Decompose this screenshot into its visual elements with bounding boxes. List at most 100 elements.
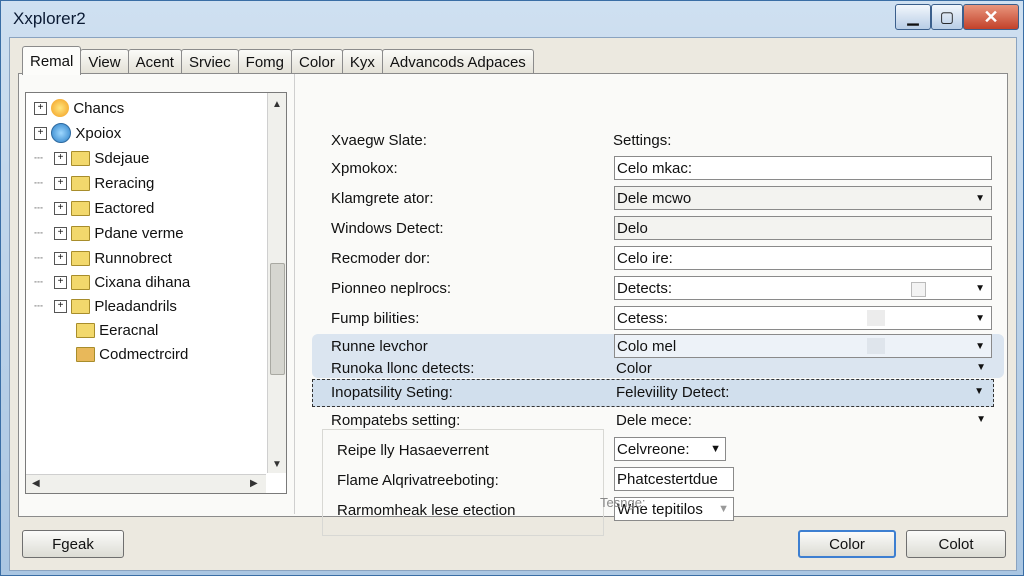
- expand-icon[interactable]: +: [54, 226, 67, 240]
- scroll-down-icon[interactable]: ▼: [272, 459, 282, 470]
- tree-item-label: Pleadandrils: [94, 297, 177, 315]
- tree-item-label: Pdane verme: [94, 224, 184, 242]
- close-button[interactable]: ✕: [963, 4, 1019, 30]
- expand-icon[interactable]: +: [34, 101, 47, 115]
- checkbox[interactable]: [867, 310, 885, 326]
- tree-item-label: Sdejaue: [94, 149, 150, 167]
- expand-icon[interactable]: +: [54, 176, 67, 190]
- expand-icon[interactable]: +: [54, 299, 67, 313]
- setting-input[interactable]: Delo: [614, 216, 992, 240]
- maximize-icon: ▢: [939, 9, 955, 26]
- scroll-right-icon[interactable]: ▶: [250, 478, 258, 489]
- tab-fomg[interactable]: Fomg: [237, 49, 292, 74]
- setting-label: Klamgrete ator:: [331, 190, 434, 207]
- panel-divider: [294, 74, 295, 514]
- chevron-down-icon: ▼: [974, 386, 984, 397]
- setting-dropdown[interactable]: Detects: ▼: [614, 276, 992, 300]
- tree-line: ┄: [34, 225, 44, 242]
- tree-item-label: Eeracnal: [99, 321, 159, 339]
- tree-line: ┄: [34, 150, 44, 167]
- expand-icon[interactable]: +: [34, 126, 47, 140]
- left-action-button[interactable]: Fgeak: [22, 530, 124, 558]
- folder-icon: [71, 298, 91, 314]
- setting-label: Rompatebs setting:: [331, 412, 461, 429]
- title-bar[interactable]: Xxplorer2 ▁ ▢ ✕: [1, 1, 1023, 35]
- expand-icon[interactable]: +: [54, 151, 67, 165]
- tree-vertical-scrollbar[interactable]: ▲ ▼: [267, 93, 286, 473]
- tab-kyx[interactable]: Kyx: [341, 49, 383, 74]
- tree-item[interactable]: ┄ + Sdejaue: [34, 147, 149, 169]
- setting-dropdown[interactable]: Dele mece: ▼: [614, 408, 992, 432]
- setting-dropdown[interactable]: Dele mcwo ▼: [614, 186, 992, 210]
- tab-acent[interactable]: Acent: [127, 49, 182, 74]
- folder-icon: [71, 150, 91, 166]
- tree-item[interactable]: ┄ + Cixana dihana: [34, 271, 190, 293]
- right-header: Settings:: [613, 132, 672, 149]
- tree-item[interactable]: ┄ + Pleadandrils: [34, 295, 177, 317]
- maximize-button[interactable]: ▢: [931, 4, 963, 30]
- scroll-up-icon[interactable]: ▲: [272, 99, 282, 110]
- expand-icon[interactable]: +: [54, 201, 67, 215]
- lock-folder-icon: [71, 200, 91, 216]
- chevron-down-icon: ▼: [976, 362, 986, 373]
- expand-icon[interactable]: +: [54, 251, 67, 265]
- tab-color[interactable]: Color: [291, 49, 343, 74]
- setting-value: Detects:: [617, 279, 673, 297]
- tree-item-label: Cixana dihana: [94, 273, 191, 291]
- close-icon: ✕: [983, 6, 999, 27]
- setting-dropdown[interactable]: Colo mel ▼: [614, 334, 992, 358]
- tab-advanced[interactable]: Advancods Adpaces: [381, 49, 534, 74]
- tree-item[interactable]: ┄ + Runnobrect: [34, 247, 172, 269]
- chevron-down-icon: ▼: [975, 341, 985, 352]
- application-window: Xxplorer2 ▁ ▢ ✕ Remal View Acent Srviec …: [0, 0, 1024, 576]
- folder-tree[interactable]: + Chancs + Xpoiox ┄ + Sdejaue ┄ + Reraci…: [25, 92, 287, 494]
- setting-value: Phatcestertdue: [617, 470, 718, 488]
- scrollbar-thumb[interactable]: [270, 263, 285, 375]
- ok-button[interactable]: Color: [798, 530, 896, 558]
- minimize-button[interactable]: ▁: [895, 4, 931, 30]
- setting-value: Dele mcwo: [617, 189, 692, 207]
- sub-setting-input[interactable]: Phatcestertdue: [614, 467, 734, 491]
- tree-item[interactable]: + Xpoiox: [34, 122, 121, 144]
- tree-item[interactable]: ┄ + Reracing: [34, 172, 154, 194]
- chevron-down-icon: ▼: [718, 503, 729, 515]
- tree-item[interactable]: + Chancs: [34, 97, 124, 119]
- tree-horizontal-scrollbar[interactable]: ◀ ▶: [26, 474, 266, 493]
- setting-label-selected[interactable]: Inopatsility Seting:: [331, 384, 453, 401]
- tree-line: ┄: [34, 200, 44, 217]
- tab-srviec[interactable]: Srviec: [180, 49, 239, 74]
- cancel-button[interactable]: Colot: [906, 530, 1006, 558]
- tree-item-label: Runnobrect: [94, 249, 172, 267]
- expand-icon[interactable]: +: [54, 275, 67, 289]
- setting-dropdown-selected[interactable]: Feleviility Detect: ▼: [614, 381, 990, 403]
- footer-note: Tesnge:: [600, 495, 646, 510]
- setting-input[interactable]: Celo mkac:: [614, 156, 992, 180]
- tree-item[interactable]: Eeracnal: [76, 319, 158, 341]
- setting-dropdown[interactable]: Cetess: ▼: [614, 306, 992, 330]
- setting-value: Cetess:: [617, 309, 668, 327]
- folder-open-icon: [76, 346, 95, 362]
- sub-setting-dropdown[interactable]: Celvreone: ▼: [614, 437, 726, 461]
- checkbox[interactable]: [867, 338, 885, 354]
- checkbox[interactable]: [911, 282, 926, 297]
- tree-item[interactable]: Codmectrcird: [76, 343, 188, 365]
- tree-item-label: Codmectrcird: [99, 345, 189, 363]
- setting-dropdown[interactable]: Color ▼: [614, 358, 992, 378]
- tab-remal[interactable]: Remal: [22, 46, 82, 75]
- tree-item[interactable]: ┄ + Pdane verme: [34, 222, 184, 244]
- tree-line: ┄: [34, 250, 44, 267]
- setting-value: Color: [616, 359, 652, 377]
- chevron-down-icon: ▼: [976, 414, 986, 425]
- tree-item-label: Chancs: [73, 99, 125, 117]
- setting-label: Runoka llonc detects:: [331, 360, 475, 377]
- setting-label: Runne levchor: [331, 338, 428, 355]
- tree-item-label: Reracing: [94, 174, 155, 192]
- tree-item[interactable]: ┄ + Eactored: [34, 197, 154, 219]
- tab-view[interactable]: View: [80, 49, 129, 74]
- window-title: Xxplorer2: [13, 9, 86, 28]
- setting-input[interactable]: Celo ire:: [614, 246, 992, 270]
- sub-setting-label: Flame Alqrivatreeboting:: [337, 472, 499, 489]
- setting-value: Delo: [617, 219, 648, 237]
- scroll-left-icon[interactable]: ◀: [32, 478, 40, 489]
- setting-label: Fump bilities:: [331, 310, 420, 327]
